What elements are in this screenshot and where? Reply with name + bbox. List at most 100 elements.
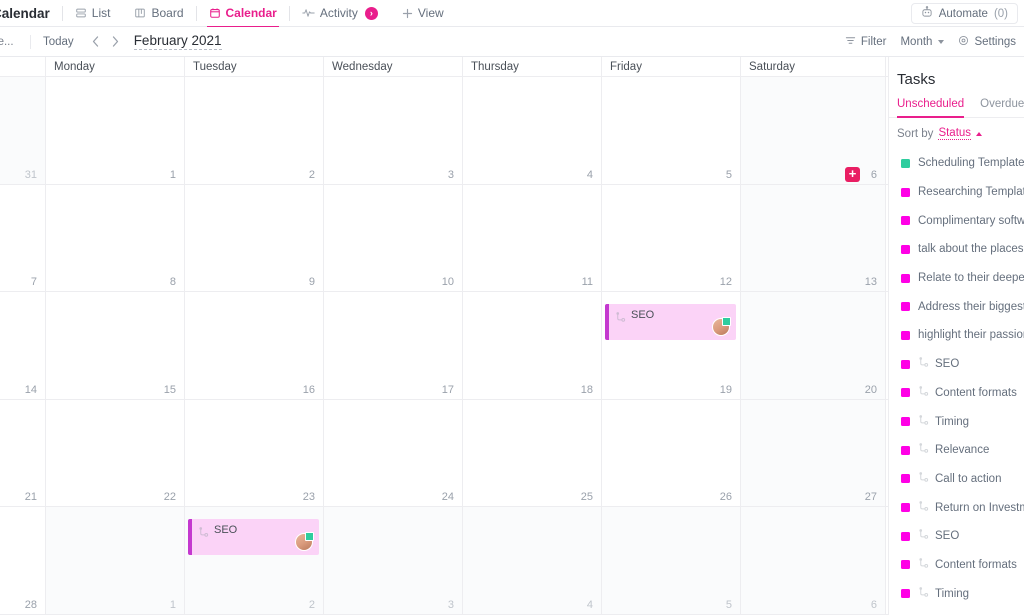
status-badge[interactable]	[901, 330, 910, 340]
task-list-item[interactable]: Timing	[889, 579, 1024, 608]
weekday-header-friday: Friday	[602, 57, 741, 76]
view-tab-activity[interactable]: Activity ›	[290, 0, 390, 27]
status-badge[interactable]	[901, 216, 910, 226]
calendar-day-cell[interactable]: 3	[324, 77, 463, 184]
calendar-day-cell[interactable]: 14	[0, 292, 46, 399]
task-list-item[interactable]: Scheduling Template	[889, 149, 1024, 178]
calendar-day-cell[interactable]: 10	[324, 184, 463, 292]
day-number: 13	[864, 276, 877, 289]
view-tab-calendar[interactable]: Calendar	[197, 0, 289, 28]
task-list-item[interactable]: Complimentary software	[889, 206, 1024, 235]
task-list-item[interactable]: Timing	[889, 407, 1024, 436]
calendar-day-cell[interactable]: 6	[741, 507, 886, 614]
task-list-item[interactable]: Relevance	[889, 436, 1024, 465]
task-list-item[interactable]: talk about the places	[889, 235, 1024, 264]
chevron-right-icon[interactable]	[106, 32, 126, 52]
task-list-item[interactable]: Researching Template	[889, 178, 1024, 207]
task-list-item[interactable]: SEO	[889, 350, 1024, 379]
view-tab-board[interactable]: Board	[122, 0, 195, 27]
tasks-tab-overdue[interactable]: Overdue	[980, 98, 1024, 117]
calendar-day-cell[interactable]: 7	[0, 184, 46, 292]
task-list-item[interactable]: Address their biggest	[889, 292, 1024, 321]
status-badge[interactable]	[901, 359, 910, 369]
status-badge[interactable]	[901, 560, 910, 570]
task-list-item[interactable]: Content formats	[889, 551, 1024, 580]
status-badge[interactable]	[901, 474, 910, 484]
calendar-day-cell[interactable]: 18	[463, 292, 602, 399]
task-list-item[interactable]: SEO	[889, 522, 1024, 551]
view-tab-view[interactable]: View	[390, 0, 456, 27]
calendar-day-cell[interactable]: 21	[0, 399, 46, 507]
calendar-day-cell[interactable]: 20	[741, 292, 886, 399]
calendar-day-cell[interactable]: +6	[741, 77, 886, 184]
status-badge[interactable]	[901, 273, 910, 283]
calendar-event[interactable]: SEO	[605, 304, 736, 341]
status-badge[interactable]	[901, 244, 910, 254]
calendar-day-cell[interactable]: 5	[602, 507, 741, 614]
status-badge[interactable]	[901, 445, 910, 455]
day-number: 4	[586, 168, 593, 181]
calendar-day-cell[interactable]: 1	[46, 507, 185, 614]
task-list-item[interactable]: Call to action	[889, 465, 1024, 494]
task-list-item[interactable]: Content formats	[889, 379, 1024, 408]
calendar-day-cell[interactable]: 22	[46, 399, 185, 507]
task-list-item[interactable]: Return on Investment	[889, 493, 1024, 522]
add-task-button[interactable]: +	[845, 166, 860, 182]
calendar-day-cell[interactable]: 31	[0, 77, 46, 184]
calendar-day-cell[interactable]: 2	[185, 77, 324, 184]
sort-field-value[interactable]: Status	[938, 127, 972, 140]
status-badge[interactable]	[901, 187, 910, 197]
status-badge[interactable]	[901, 417, 910, 427]
today-button[interactable]: Today	[31, 36, 86, 48]
avatar[interactable]	[295, 532, 314, 552]
range-selector[interactable]: Month	[900, 36, 945, 48]
weekday-header-tuesday: Tuesday	[185, 57, 324, 76]
calendar-day-cell[interactable]: 9	[185, 184, 324, 292]
sort-ascending-icon[interactable]	[976, 131, 983, 136]
calendar-day-cell[interactable]: 15	[46, 292, 185, 399]
settings-button[interactable]: Settings	[958, 35, 1016, 49]
task-item-label: Content formats	[935, 386, 1017, 399]
subtask-icon	[918, 527, 929, 545]
calendar-day-cell[interactable]: 11	[463, 184, 602, 292]
status-badge[interactable]	[901, 388, 910, 398]
filter-button[interactable]: Filter	[845, 35, 886, 49]
calendar-day-cell[interactable]: 13	[741, 184, 886, 292]
status-badge[interactable]	[901, 503, 910, 513]
chevron-left-icon[interactable]	[86, 32, 106, 52]
status-badge[interactable]	[901, 531, 910, 541]
view-bar: Calendar ListBoardCalendarActivity›View …	[0, 0, 1024, 28]
calendar-day-cell[interactable]: 12	[602, 184, 741, 292]
calendar-day-cell[interactable]: 24	[324, 399, 463, 507]
status-badge[interactable]	[901, 158, 910, 168]
calendar-day-cell[interactable]: 26	[602, 399, 741, 507]
avatar[interactable]	[712, 317, 731, 337]
calendar-day-cell[interactable]: 27	[741, 399, 886, 507]
calendar-day-cell[interactable]: 8	[46, 184, 185, 292]
activity-badge[interactable]: ›	[364, 6, 378, 20]
breadcrumb-truncated[interactable]: me...	[0, 36, 30, 48]
day-number: 27	[864, 491, 877, 504]
calendar-event[interactable]: SEO	[188, 519, 319, 556]
status-badge[interactable]	[901, 589, 910, 599]
day-number: 31	[24, 168, 37, 181]
calendar-day-cell[interactable]: 16	[185, 292, 324, 399]
calendar-day-cell[interactable]: 23	[185, 399, 324, 507]
tasks-tab-unscheduled[interactable]: Unscheduled	[897, 98, 965, 118]
month-title[interactable]: February 2021	[133, 33, 222, 50]
task-list-item[interactable]: Relate to their deepest	[889, 264, 1024, 293]
calendar-day-cell[interactable]: 3	[324, 507, 463, 614]
task-list-item[interactable]: highlight their passion	[889, 321, 1024, 350]
sort-control[interactable]: Sort by Status	[889, 118, 1024, 149]
automate-button[interactable]: Automate (0)	[910, 3, 1018, 24]
calendar-day-cell[interactable]: 4	[463, 77, 602, 184]
calendar-day-cell[interactable]: 25	[463, 399, 602, 507]
view-tab-list[interactable]: List	[63, 0, 123, 27]
calendar-day-cell[interactable]: 4	[463, 507, 602, 614]
calendar-day-cell[interactable]: 5	[602, 77, 741, 184]
calendar-day-cell[interactable]: 1	[46, 77, 185, 184]
calendar-day-cell[interactable]: 17	[324, 292, 463, 399]
status-badge[interactable]	[901, 302, 910, 312]
calendar-day-cell[interactable]: 28	[0, 507, 46, 614]
gear-icon	[958, 35, 969, 49]
